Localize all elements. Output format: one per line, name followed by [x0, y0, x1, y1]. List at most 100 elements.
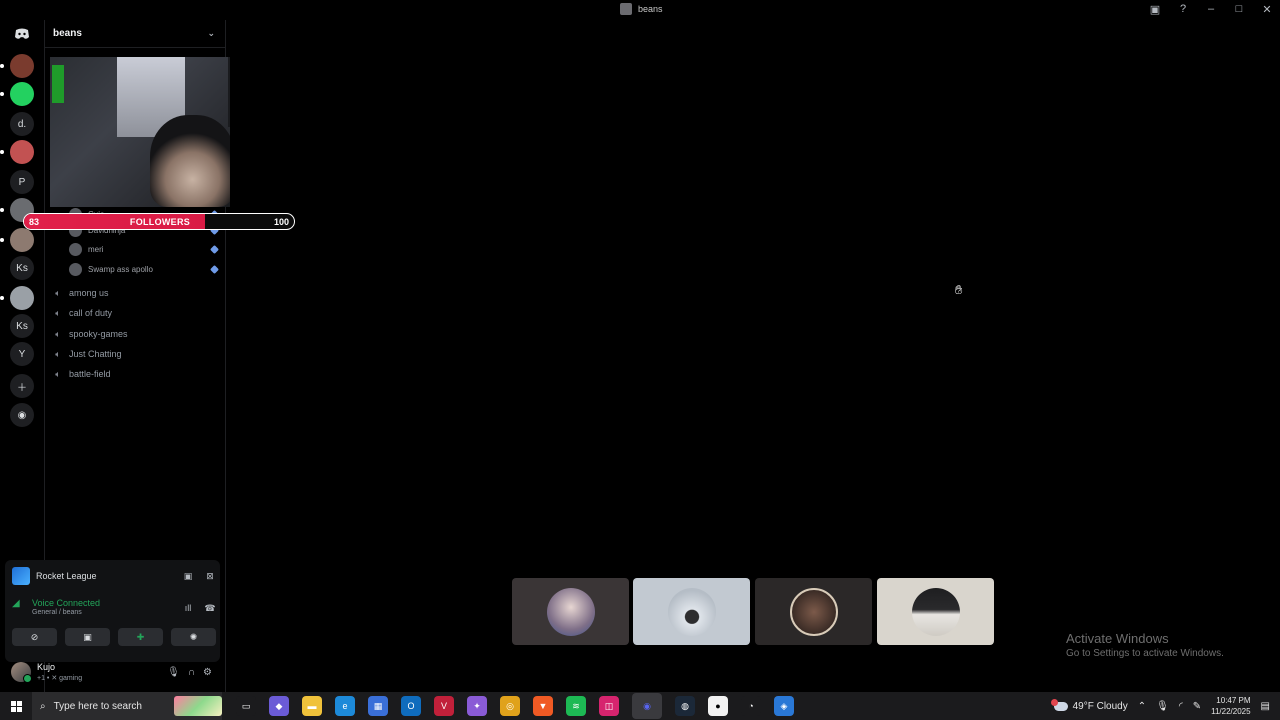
maximize-button[interactable]: □ — [1232, 2, 1246, 16]
participant-avatar — [789, 587, 838, 636]
voice-channel-item[interactable]: 🔈︎ call of duty — [53, 304, 112, 322]
copilot-icon[interactable]: ◆ — [269, 696, 289, 716]
channel-name: spooky-games — [69, 329, 128, 339]
activate-windows-watermark: Activate Windows Go to Settings to activ… — [1066, 631, 1224, 659]
task-view-icon[interactable]: ▭ — [236, 696, 256, 716]
voice-channel[interactable]: General / beans — [32, 609, 100, 616]
discord-home-icon[interactable] — [10, 22, 34, 46]
stream-settings-icon[interactable]: ▣ — [181, 569, 195, 583]
store-icon[interactable]: ▦ — [368, 696, 388, 716]
voice-channel-item[interactable]: 🔈︎ battle-field — [53, 365, 110, 383]
notification-icon[interactable]: ▤ — [1261, 701, 1270, 712]
server-header[interactable]: beans ⌄ — [45, 20, 225, 48]
clock[interactable]: 10:47 PM 11/22/2025 — [1211, 695, 1250, 717]
headphones-icon[interactable]: ∩ — [188, 667, 195, 678]
participant-tile-2[interactable] — [633, 578, 750, 645]
chrome-icon[interactable]: ◎ — [500, 696, 520, 716]
edge-icon[interactable]: e — [335, 696, 355, 716]
microphone-tray-icon[interactable]: 🎙︎ — [1156, 701, 1169, 712]
start-button[interactable] — [0, 692, 32, 720]
participant-tile-3[interactable] — [755, 578, 872, 645]
activities-button[interactable]: ✚ — [118, 628, 163, 646]
voice-user[interactable]: Swamp ass apollo — [69, 260, 219, 278]
voice-channel-item[interactable]: 🔈︎ spooky-games — [53, 325, 128, 343]
stop-stream-icon[interactable]: ⊠ — [203, 569, 217, 583]
instagram-icon[interactable]: ◫ — [599, 696, 619, 716]
voice-user[interactable]: meri — [69, 240, 219, 258]
followers-goal: 100 — [273, 216, 289, 227]
streaming-indicator-icon — [210, 264, 219, 274]
weather-widget[interactable]: 49°F Cloudy — [1050, 698, 1128, 712]
participant-tile-1[interactable] — [512, 578, 629, 645]
app-panda-icon[interactable]: ● — [708, 696, 728, 716]
microphone-icon[interactable]: 🎙︎ — [167, 667, 180, 678]
server-icon-server-4[interactable] — [10, 140, 34, 164]
search-highlight-art — [174, 696, 222, 716]
server-icon-server-8[interactable]: Ks — [10, 256, 34, 280]
window-title-group: beans — [620, 3, 663, 15]
chevron-up-icon[interactable]: ⌃ — [1138, 701, 1146, 712]
settings-gear-icon[interactable]: ⚙ — [203, 667, 212, 678]
search-icon: ⌕ — [40, 700, 46, 712]
help-icon[interactable]: ? — [1176, 2, 1190, 16]
server-icon-server-1[interactable] — [10, 54, 34, 78]
unread-pip — [0, 64, 4, 68]
app-speed-icon[interactable]: ◔ — [741, 696, 761, 716]
server-icon-server-3[interactable]: d. — [10, 112, 34, 136]
brave-icon[interactable]: ▼ — [533, 696, 553, 716]
spotify-icon[interactable]: ≋ — [566, 696, 586, 716]
camera-off-button[interactable]: ⊘ — [12, 628, 57, 646]
disconnect-icon[interactable]: ☎ — [203, 601, 217, 615]
followers-goal-bar: 83 FOLLOWERS 100 — [23, 213, 295, 230]
unread-pip — [0, 238, 4, 242]
speaker-icon: 🔈︎ — [55, 307, 61, 318]
channel-name: among us — [69, 288, 109, 298]
server-name: beans — [53, 28, 82, 39]
vivaldi-icon[interactable]: V — [434, 696, 454, 716]
minimize-button[interactable]: – — [1204, 2, 1218, 16]
activate-title: Activate Windows — [1066, 631, 1169, 646]
server-icon-server-5[interactable]: P — [10, 170, 34, 194]
steam-icon[interactable]: ◍ — [675, 696, 695, 716]
voice-channel-item[interactable]: 🔈︎ among us — [53, 284, 109, 302]
participant-avatar — [546, 587, 595, 636]
server-icon-server-9[interactable] — [10, 286, 34, 310]
taskbar-search[interactable]: ⌕ Type here to search — [32, 692, 222, 720]
pen-icon[interactable]: ✎ — [1193, 701, 1201, 712]
weather-text: 49°F Cloudy — [1072, 700, 1128, 712]
taskbar-apps: ▭ ◆ ▬ e ▦ O V ✦ ◎ ▼ ≋ ◫ ◉ ◍ ● ◔ ◈ — [236, 693, 794, 719]
connection-icon[interactable]: ◢ — [12, 598, 26, 612]
file-explorer-icon[interactable]: ▬ — [302, 696, 322, 716]
voice-user-name: meri — [88, 244, 104, 254]
activity-panel: Rocket League ▣ ⊠ ◢ Voice Connected Gene… — [5, 560, 220, 662]
rocket-league-icon[interactable]: ◈ — [774, 696, 794, 716]
noise-suppression-icon[interactable]: ıll — [181, 601, 195, 615]
add-server-icon[interactable]: ＋ — [10, 374, 34, 398]
wifi-icon[interactable]: ◜ — [1179, 701, 1183, 712]
microsoft-365-icon[interactable]: ✦ — [467, 696, 487, 716]
voice-status[interactable]: Voice Connected — [32, 598, 100, 608]
speaker-icon: 🔈︎ — [55, 368, 61, 379]
taskbar: ⌕ Type here to search ▭ ◆ ▬ e ▦ O V ✦ ◎ ▼ ≋ ◫ ◉ ◍ ● ◔ ◈ … — [0, 692, 1280, 720]
discord-icon[interactable]: ◉ — [632, 693, 662, 719]
stream-thumb-icon — [620, 3, 632, 15]
participant-tile-4[interactable] — [877, 578, 994, 645]
outlook-icon[interactable]: O — [401, 696, 421, 716]
user-name[interactable]: Kujo — [37, 662, 82, 672]
close-button[interactable]: ✕ — [1260, 2, 1274, 16]
server-icon-server-11[interactable]: Y — [10, 342, 34, 366]
server-icon-server-2[interactable] — [10, 82, 34, 106]
cloud-icon — [1050, 698, 1068, 711]
voice-user-name: Swamp ass apollo — [88, 264, 153, 274]
server-icon-server-7[interactable] — [10, 228, 34, 252]
inbox-icon[interactable]: ▣ — [1148, 2, 1162, 16]
voice-channel-item[interactable]: 🔈︎ Just Chatting — [53, 345, 121, 363]
server-icon-server-10[interactable]: Ks — [10, 314, 34, 338]
screen-share-button[interactable]: ▣ — [65, 628, 110, 646]
streaming-indicator-icon — [210, 244, 219, 254]
title-bar: beans ▣ ? – □ ✕ — [0, 0, 1280, 20]
explore-icon[interactable]: ◉ — [10, 403, 34, 427]
user-avatar[interactable] — [11, 662, 32, 683]
channel-name: call of duty — [69, 308, 113, 318]
soundboard-button[interactable]: ✺ — [171, 628, 216, 646]
